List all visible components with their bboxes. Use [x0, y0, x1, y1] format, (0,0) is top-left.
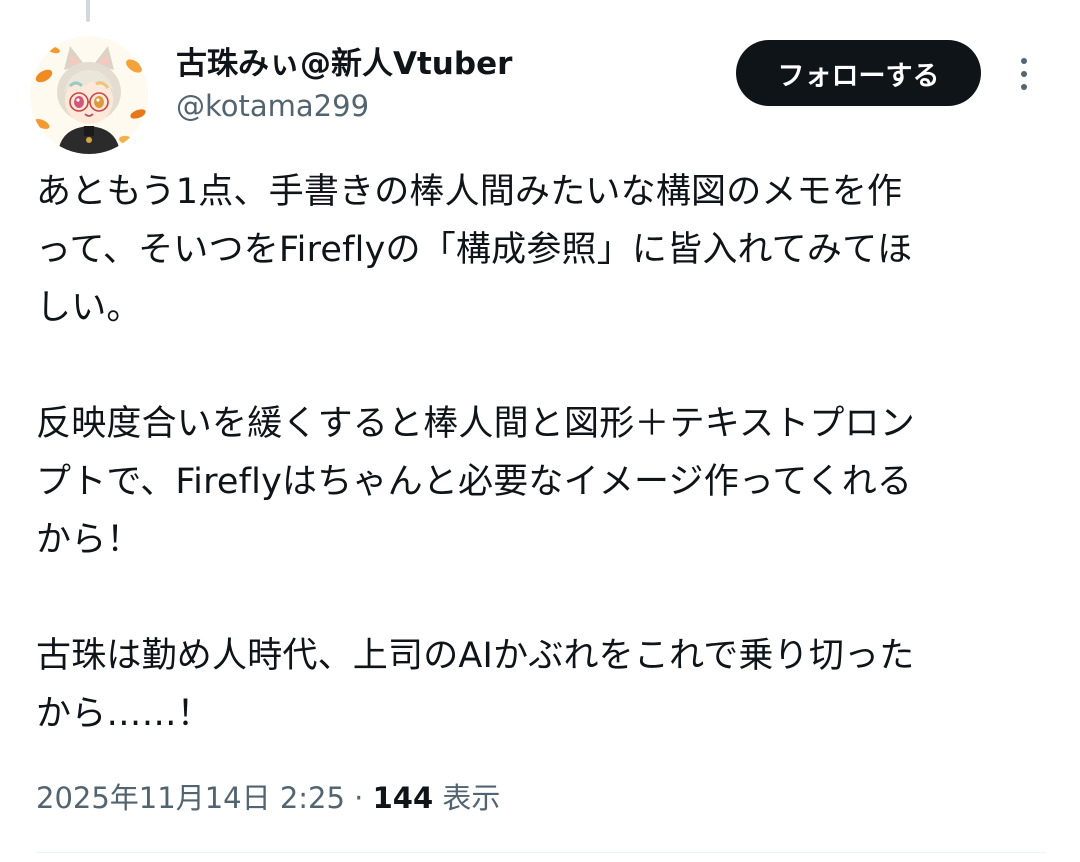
- tweet-line: プトで、Fireflyはちゃんと必要なイメージ作ってくれる: [36, 462, 913, 502]
- views-label: 表示: [442, 781, 501, 815]
- views-count: 144: [372, 781, 434, 815]
- thread-connector-line: [86, 0, 90, 22]
- meta-separator: ·: [354, 781, 364, 815]
- divider: [36, 852, 1046, 853]
- more-options-icon[interactable]: [1008, 52, 1040, 96]
- vtuber-avatar-icon: [30, 36, 148, 154]
- tweet-paragraph: 古珠は勤め人時代、上司のAIかぶれをこれで乗り切った から……！: [36, 627, 1046, 743]
- tweet-line: から！: [36, 520, 142, 560]
- tweet-meta: 2025年11月14日 2:25 · 144 表示: [36, 776, 500, 820]
- follow-button[interactable]: フォローする: [736, 40, 981, 106]
- tweet-line: 反映度合いを緩くすると棒人間と図形＋テキストプロン: [36, 404, 915, 444]
- avatar[interactable]: [30, 36, 148, 154]
- author-handle[interactable]: @kotama299: [176, 86, 369, 126]
- tweet-line: 古珠は勤め人時代、上司のAIかぶれをこれで乗り切った: [36, 636, 915, 676]
- tweet-paragraph: あともう1点、手書きの棒人間みたいな構図のメモを作 って、そいつをFirefly…: [36, 163, 1046, 337]
- tweet-line: って、そいつをFireflyの「構成参照」に皆入れてみてほ: [36, 230, 913, 270]
- tweet-line: しい。: [36, 288, 142, 328]
- tweet-line: から……！: [36, 694, 213, 734]
- author-display-name[interactable]: 古珠みぃ@新人Vtuber: [176, 42, 512, 86]
- tweet-line: あともう1点、手書きの棒人間みたいな構図のメモを作: [36, 172, 903, 212]
- tweet-text: あともう1点、手書きの棒人間みたいな構図のメモを作 って、そいつをFirefly…: [36, 163, 1046, 743]
- tweet-paragraph: 反映度合いを緩くすると棒人間と図形＋テキストプロン プトで、Fireflyはちゃ…: [36, 395, 1046, 569]
- tweet-timestamp[interactable]: 2025年11月14日 2:25: [36, 781, 345, 815]
